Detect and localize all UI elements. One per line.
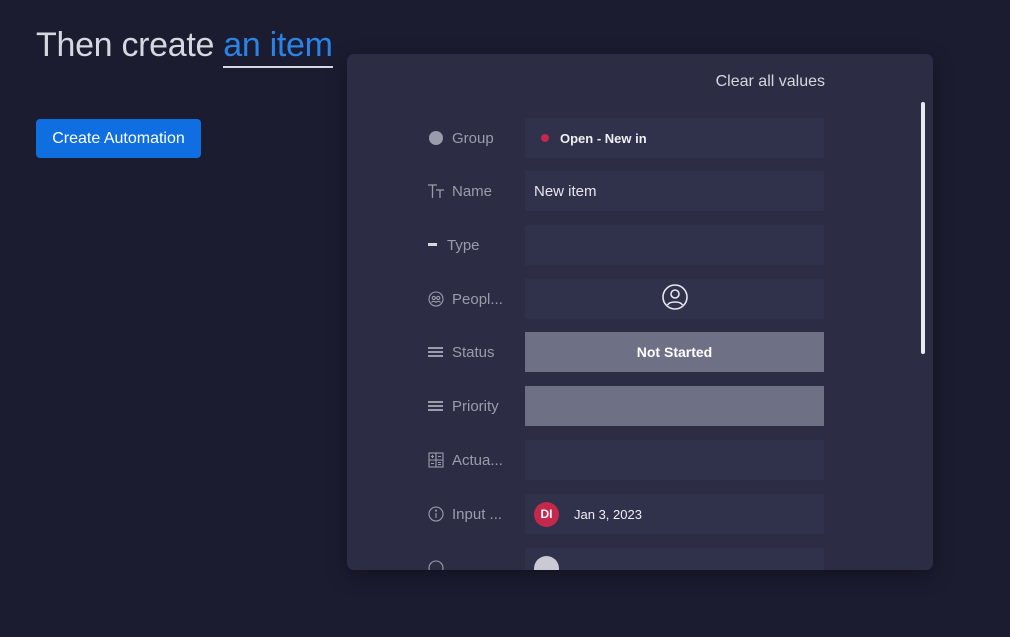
circle-icon — [427, 129, 445, 147]
row-label — [427, 548, 525, 570]
create-automation-button[interactable]: Create Automation — [36, 119, 201, 158]
group-color-dot — [541, 134, 549, 142]
row-label-text: Type — [447, 236, 480, 254]
person-icon — [661, 283, 689, 315]
circle-icon — [427, 559, 445, 570]
lines-icon — [427, 343, 445, 361]
automation-sentence: Then create an item — [36, 26, 333, 68]
group-value: Open - New in — [560, 130, 647, 146]
dash-icon — [427, 236, 439, 254]
type-field[interactable] — [525, 225, 824, 265]
status-field[interactable]: Not Started — [525, 332, 824, 372]
row-group: Group Open - New in — [427, 118, 825, 158]
row-label: Type — [427, 225, 525, 265]
row-label: Status — [427, 332, 525, 372]
people-field[interactable] — [525, 279, 824, 319]
automation-page: Then create an item Create Automation Cl… — [0, 0, 1010, 637]
row-label-text: Name — [452, 182, 493, 200]
sentence-prefix: Then create — [36, 26, 215, 64]
input-field[interactable]: DI Jan 3, 2023 — [525, 494, 824, 534]
row-type: Type — [427, 225, 825, 265]
row-label-text: Peopl... — [452, 290, 503, 308]
name-value: New item — [534, 182, 597, 200]
row-label-text: Status — [452, 343, 495, 361]
actual-field[interactable] — [525, 440, 824, 480]
row-label-text: Actua... — [452, 451, 503, 469]
name-field[interactable]: New item — [525, 171, 824, 211]
row-label: Input ... — [427, 494, 525, 534]
date-value: Jan 3, 2023 — [574, 506, 642, 522]
info-icon — [427, 505, 445, 523]
row-people: Peopl... — [427, 279, 825, 319]
row-next-partial — [427, 548, 825, 570]
numbers-icon — [427, 451, 445, 469]
panel-scrollbar[interactable] — [921, 102, 925, 354]
item-values-panel: Clear all values Group Open - New in Nam… — [347, 54, 933, 570]
people-icon — [427, 290, 445, 308]
clear-all-values-link[interactable]: Clear all values — [716, 73, 825, 91]
avatar — [534, 555, 559, 570]
row-label-text: Priority — [452, 397, 499, 415]
priority-field[interactable] — [525, 386, 824, 426]
group-field[interactable]: Open - New in — [525, 118, 824, 158]
row-label: Actua... — [427, 440, 525, 480]
row-label: Group — [427, 118, 525, 158]
row-status: Status Not Started — [427, 332, 825, 372]
row-label-text: Group — [452, 129, 494, 147]
lines-icon — [427, 397, 445, 415]
row-name: Name New item — [427, 171, 825, 211]
status-value: Not Started — [636, 344, 713, 360]
row-actual: Actua... — [427, 440, 825, 480]
row-input: Input ... DI Jan 3, 2023 — [427, 494, 825, 534]
row-label-text: Input ... — [452, 505, 503, 523]
next-field[interactable] — [525, 548, 824, 570]
row-priority: Priority — [427, 386, 825, 426]
row-label: Name — [427, 171, 525, 211]
item-link[interactable]: an item — [223, 26, 333, 68]
row-label: Peopl... — [427, 279, 525, 319]
text-icon — [427, 182, 445, 200]
avatar: DI — [534, 501, 559, 527]
row-label: Priority — [427, 386, 525, 426]
